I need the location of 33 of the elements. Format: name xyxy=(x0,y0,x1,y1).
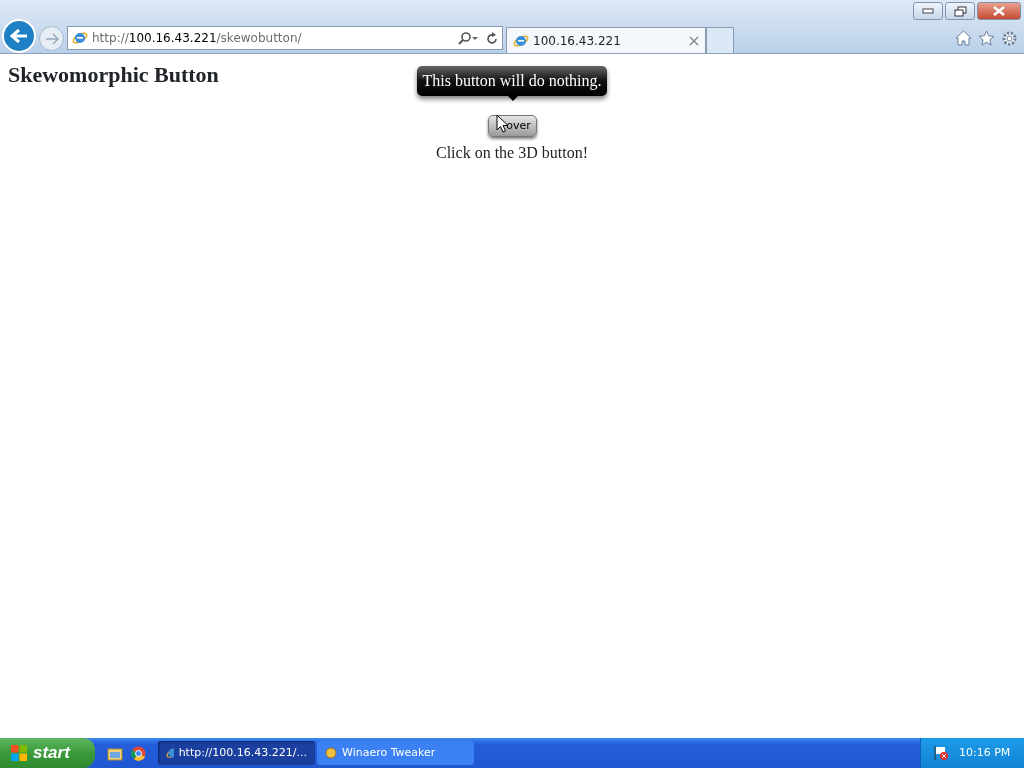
mouse-cursor-icon xyxy=(496,114,508,133)
url-text: http://100.16.43.221/skewobutton/ xyxy=(92,30,302,47)
address-bar[interactable]: http://100.16.43.221/skewobutton/ xyxy=(67,26,503,50)
settings-icon[interactable] xyxy=(1001,30,1018,47)
tooltip: This button will do nothing. xyxy=(417,66,607,96)
taskbar-button[interactable]: http://100.16.43.221/... xyxy=(158,741,315,765)
minimize-icon xyxy=(922,8,934,14)
refresh-icon[interactable] xyxy=(486,31,498,45)
back-arrow-icon xyxy=(10,28,28,44)
close-button[interactable] xyxy=(977,2,1021,20)
search-icon[interactable] xyxy=(458,31,478,45)
tab-title: 100.16.43.221 xyxy=(533,32,621,50)
back-button[interactable] xyxy=(2,19,36,53)
restore-icon xyxy=(953,5,967,17)
home-icon[interactable] xyxy=(955,30,972,46)
browser-tab[interactable]: 100.16.43.221 xyxy=(506,27,706,53)
new-tab-button[interactable] xyxy=(706,27,734,53)
taskbar-button[interactable]: Winaero Tweaker xyxy=(317,741,474,765)
caption-text: Click on the 3D button! xyxy=(436,144,588,161)
restore-button[interactable] xyxy=(945,2,975,20)
minimize-button[interactable] xyxy=(913,2,943,20)
close-tab-icon[interactable] xyxy=(689,35,699,46)
folder-icon[interactable] xyxy=(107,745,123,761)
forward-arrow-icon xyxy=(44,32,59,45)
close-icon xyxy=(993,6,1005,16)
clock: 10:16 PM xyxy=(959,744,1011,761)
tooltip-pointer xyxy=(508,96,518,101)
app-icon xyxy=(325,747,337,759)
windows-logo-icon xyxy=(10,744,28,762)
star-icon[interactable] xyxy=(978,30,995,46)
page-heading: Skewomorphic Button xyxy=(8,62,219,89)
start-button[interactable]: start xyxy=(0,738,95,768)
flag-icon[interactable] xyxy=(933,745,949,761)
